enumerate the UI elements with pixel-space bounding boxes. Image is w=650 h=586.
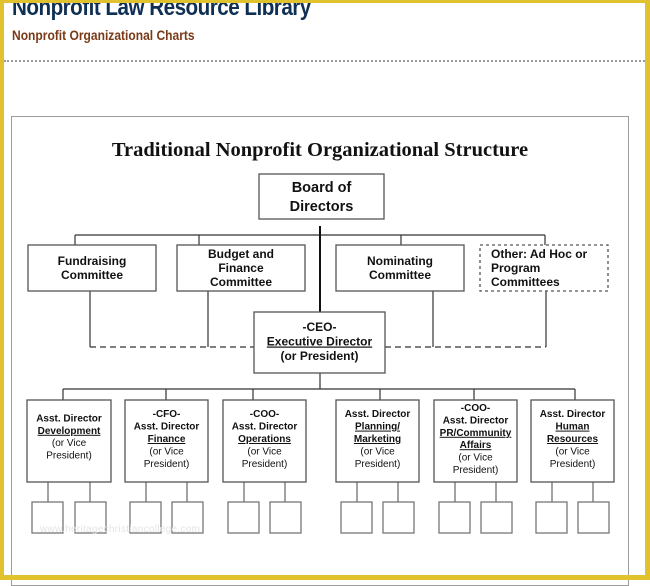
box-text-line: Resources xyxy=(547,434,599,445)
box-text-line: Fundraising xyxy=(58,254,127,268)
box-text-line: (or Vice xyxy=(360,446,395,457)
box-text-line: Human xyxy=(556,422,590,433)
box-text-line: Committee xyxy=(61,268,123,282)
box-text-line: Planning/ xyxy=(355,422,400,433)
box-text-line: Finance xyxy=(148,434,186,445)
box-text-line: Asst. Director xyxy=(540,409,606,420)
board-of-directors-box: Board of Directors xyxy=(258,173,385,220)
box-text-line: -CEO- xyxy=(303,320,337,334)
box-text-line: -COO- xyxy=(250,409,279,420)
box-text-line: Committee xyxy=(369,268,431,282)
committee-box-budget-finance: Budget andFinanceCommittee xyxy=(176,244,306,292)
box-text-line: Asst. Director xyxy=(232,422,298,433)
director-box-pr-community-affairs: -COO-Asst. Director PR/CommunityAffairs (o… xyxy=(433,399,518,534)
box-text-line: (or Vice xyxy=(458,453,493,464)
committee-box-nominating: NominatingCommittee xyxy=(335,244,465,292)
chart-title: Traditional Nonprofit Organizational Str… xyxy=(112,139,528,161)
box-text-line: (or Vice xyxy=(247,446,282,457)
box-text-line: Affairs xyxy=(460,440,492,451)
subordinate-box xyxy=(269,501,302,534)
box-text-line: Board of xyxy=(292,180,352,196)
subordinate-box xyxy=(382,501,415,534)
box-text-line: President) xyxy=(46,451,92,462)
director-box-human-resources: Asst. Director HumanResources(or Vice Pres… xyxy=(530,399,615,534)
box-text-line: (or Vice xyxy=(52,438,87,449)
org-chart: Traditional Nonprofit Organizational Str… xyxy=(26,139,615,534)
box-text-line: President) xyxy=(453,465,499,476)
box-text-line: Committee xyxy=(210,275,272,289)
box-text-line: Operations xyxy=(238,434,291,445)
box-text-line: Asst. Director xyxy=(443,415,509,426)
box-text-line: President) xyxy=(144,459,190,470)
box-text-line: Marketing xyxy=(354,434,401,445)
box-text-line: President) xyxy=(242,459,288,470)
box-text-line: (or Vice xyxy=(555,446,590,457)
box-text-line: Directors xyxy=(290,199,354,215)
committee-box-fundraising: FundraisingCommittee xyxy=(27,244,157,292)
box-text-line: PR/Community xyxy=(440,428,512,439)
box-text-line: (or Vice xyxy=(149,446,184,457)
committee-box-other-ad-hoc: Other: Ad Hoc orProgramCommittees xyxy=(479,244,609,292)
subordinate-box xyxy=(577,501,610,534)
box-text-line: (or President) xyxy=(280,349,358,363)
box-text-line: Development xyxy=(38,426,101,437)
watermark: www.heritagechristiancollege.com xyxy=(40,524,201,535)
box-text-line: President) xyxy=(550,459,596,470)
box-text-line: Budget and xyxy=(208,247,274,261)
box-text-line: -COO- xyxy=(461,403,490,414)
subordinate-box xyxy=(438,501,471,534)
box-text-line: Other: Ad Hoc or xyxy=(491,247,588,261)
box-text-line: Executive Director xyxy=(267,335,373,349)
director-box-planning-marketing: Asst. Director Planning/Marketing(or Vice… xyxy=(335,399,420,534)
box-text-line: Finance xyxy=(218,261,264,275)
box-text-line: President) xyxy=(355,459,401,470)
director-box-finance: -CFO- Asst. DirectorFinance(or Vice Presid… xyxy=(124,399,209,534)
subordinate-box xyxy=(227,501,260,534)
subordinate-box xyxy=(535,501,568,534)
director-box-development: Asst. Director Development(or Vice Preside… xyxy=(26,399,112,534)
subordinate-box xyxy=(480,501,513,534)
ceo-box: -CEO-Executive Director(or President) xyxy=(253,311,386,374)
box-text-line: Nominating xyxy=(367,254,433,268)
box-text-line: -CFO- xyxy=(153,409,181,420)
box-text-line: Committees xyxy=(491,275,560,289)
director-box-operations: -COO- Asst. DirectorOperations(or Vice Pre… xyxy=(222,399,307,534)
subordinate-box xyxy=(340,501,373,534)
box-text-line: Asst. Director xyxy=(36,413,102,424)
box-text-line: Program xyxy=(491,261,540,275)
box-text-line: Asst. Director xyxy=(134,422,200,433)
box-text-line: Asst. Director xyxy=(345,409,411,420)
